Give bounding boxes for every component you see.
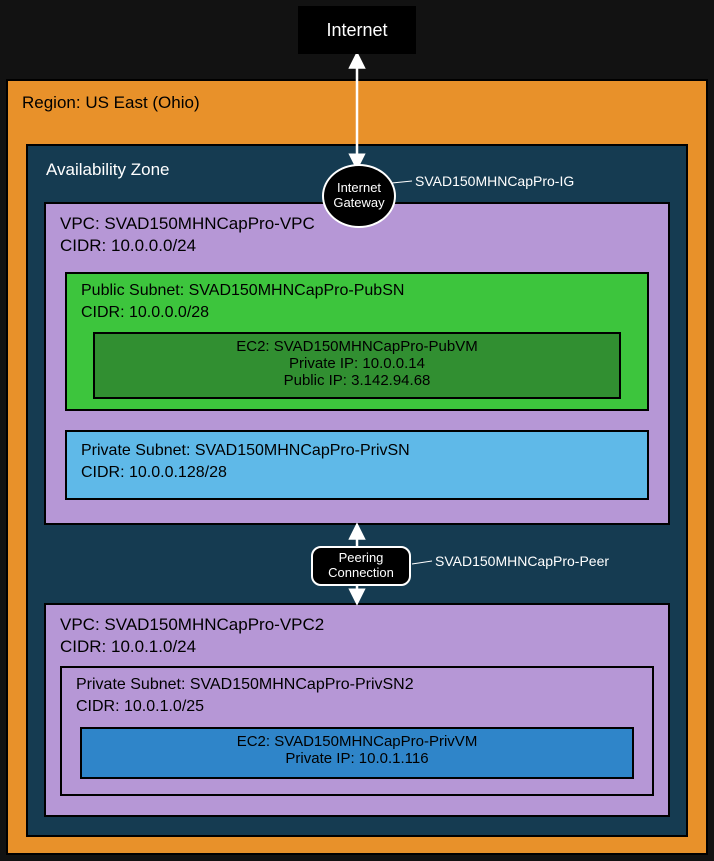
- public-subnet-cidr: CIDR: 10.0.0.0/28: [81, 304, 209, 322]
- region-label: Region: US East (Ohio): [22, 93, 200, 113]
- ec2-private-priv-ip: Private IP: 10.0.1.116: [82, 750, 632, 767]
- igw-line2: Gateway: [333, 196, 384, 211]
- availability-zone-label: Availability Zone: [46, 160, 169, 180]
- peer-name-label: SVAD150MHNCapPro-Peer: [435, 553, 609, 569]
- peer-line2: Connection: [328, 566, 394, 581]
- internet-box: Internet: [298, 6, 416, 54]
- public-subnet-name: Public Subnet: SVAD150MHNCapPro-PubSN: [81, 282, 404, 300]
- private-subnet2-name: Private Subnet: SVAD150MHNCapPro-PrivSN2: [76, 676, 414, 694]
- igw-line1: Internet: [337, 181, 381, 196]
- peer-line1: Peering: [339, 551, 384, 566]
- vpc2-cidr: CIDR: 10.0.1.0/24: [60, 637, 196, 657]
- igw-name-label: SVAD150MHNCapPro-IG: [415, 173, 574, 189]
- private-subnet2-cidr: CIDR: 10.0.1.0/25: [76, 698, 204, 716]
- ec2-private-box: EC2: SVAD150MHNCapPro-PrivVM Private IP:…: [80, 727, 634, 779]
- peering-node: Peering Connection: [311, 546, 411, 586]
- ec2-public-pub-ip: Public IP: 3.142.94.68: [95, 372, 619, 389]
- vpc1-name: VPC: SVAD150MHNCapPro-VPC: [60, 214, 315, 234]
- ec2-public-priv-ip: Private IP: 10.0.0.14: [95, 355, 619, 372]
- ec2-private-name: EC2: SVAD150MHNCapPro-PrivVM: [82, 733, 632, 750]
- vpc2-name: VPC: SVAD150MHNCapPro-VPC2: [60, 615, 324, 635]
- private-subnet1-cidr: CIDR: 10.0.0.128/28: [81, 464, 227, 482]
- diagram-canvas: Region: US East (Ohio) Availability Zone…: [0, 0, 714, 861]
- vpc1-cidr: CIDR: 10.0.0.0/24: [60, 236, 196, 256]
- ec2-public-name: EC2: SVAD150MHNCapPro-PubVM: [95, 338, 619, 355]
- private-subnet1-name: Private Subnet: SVAD150MHNCapPro-PrivSN: [81, 442, 410, 460]
- internet-label: Internet: [326, 20, 387, 41]
- ec2-public-box: EC2: SVAD150MHNCapPro-PubVM Private IP: …: [93, 332, 621, 399]
- internet-gateway-node: Internet Gateway: [322, 164, 396, 228]
- private-subnet1-box: Private Subnet: SVAD150MHNCapPro-PrivSN …: [65, 430, 649, 500]
